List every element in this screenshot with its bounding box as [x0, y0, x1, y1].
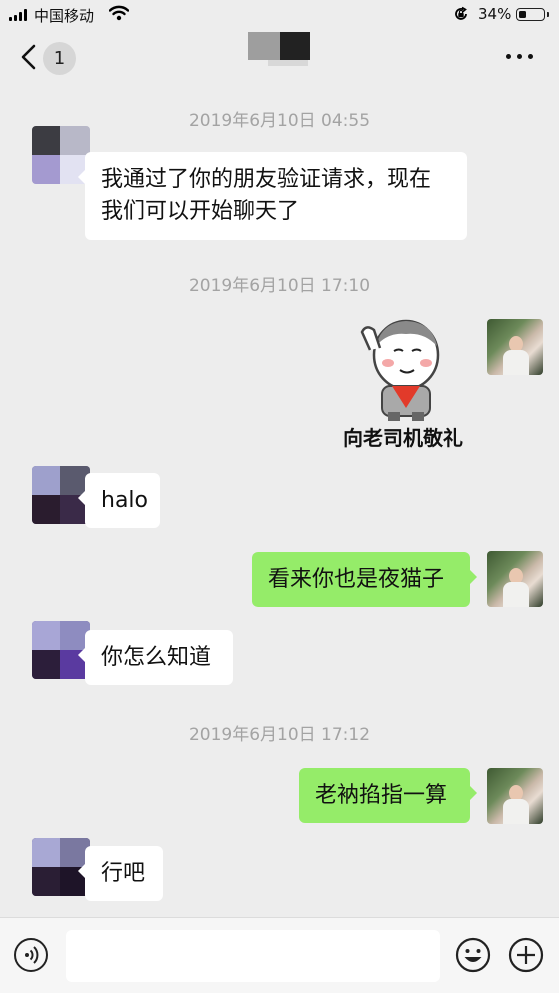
saluting-cartoon-sticker-icon: [360, 319, 440, 421]
input-bar: [0, 917, 559, 993]
back-arrow-icon[interactable]: [18, 43, 42, 71]
unread-count-badge[interactable]: 1: [43, 42, 76, 75]
sticker-message[interactable]: 向老司机敬礼: [332, 318, 474, 456]
battery-percent: 34%: [478, 5, 512, 23]
voice-icon[interactable]: [14, 938, 48, 972]
battery-icon: [516, 8, 545, 21]
chat-title-blurred: [248, 32, 312, 66]
emoji-icon[interactable]: [455, 937, 491, 973]
message-bubble-incoming[interactable]: halo: [78, 473, 160, 528]
message-line: 我们可以开始聊天了: [101, 199, 300, 224]
message-bubble-incoming[interactable]: 我通过了你的朋友验证请求，现在 我们可以开始聊天了: [78, 152, 467, 240]
chat-header: 1: [0, 30, 559, 88]
message-bubble-incoming[interactable]: 行吧: [78, 846, 163, 901]
wifi-icon: [109, 5, 129, 21]
message-bubble-outgoing[interactable]: 老衲掐指一算: [299, 768, 477, 823]
message-line: 我通过了你的朋友验证请求，现在: [101, 167, 432, 192]
message-bubble-incoming[interactable]: 你怎么知道: [78, 630, 233, 685]
status-bar: 中国移动 34%: [0, 0, 559, 30]
timestamp: 2019年6月10日 17:10: [188, 276, 371, 296]
my-avatar[interactable]: [487, 319, 543, 375]
plus-icon[interactable]: [508, 937, 544, 973]
my-avatar[interactable]: [487, 551, 543, 607]
timestamp: 2019年6月10日 17:12: [188, 725, 371, 745]
more-icon[interactable]: [506, 54, 536, 62]
battery-tip: [547, 12, 549, 17]
message-input[interactable]: [66, 930, 440, 982]
my-avatar[interactable]: [487, 768, 543, 824]
sticker-caption: 向老司机敬礼: [343, 426, 463, 450]
carrier-name: 中国移动: [34, 7, 95, 25]
rotation-lock-icon: [455, 6, 467, 20]
battery-level: [518, 10, 527, 18]
message-bubble-outgoing[interactable]: 看来你也是夜猫子: [252, 552, 477, 607]
